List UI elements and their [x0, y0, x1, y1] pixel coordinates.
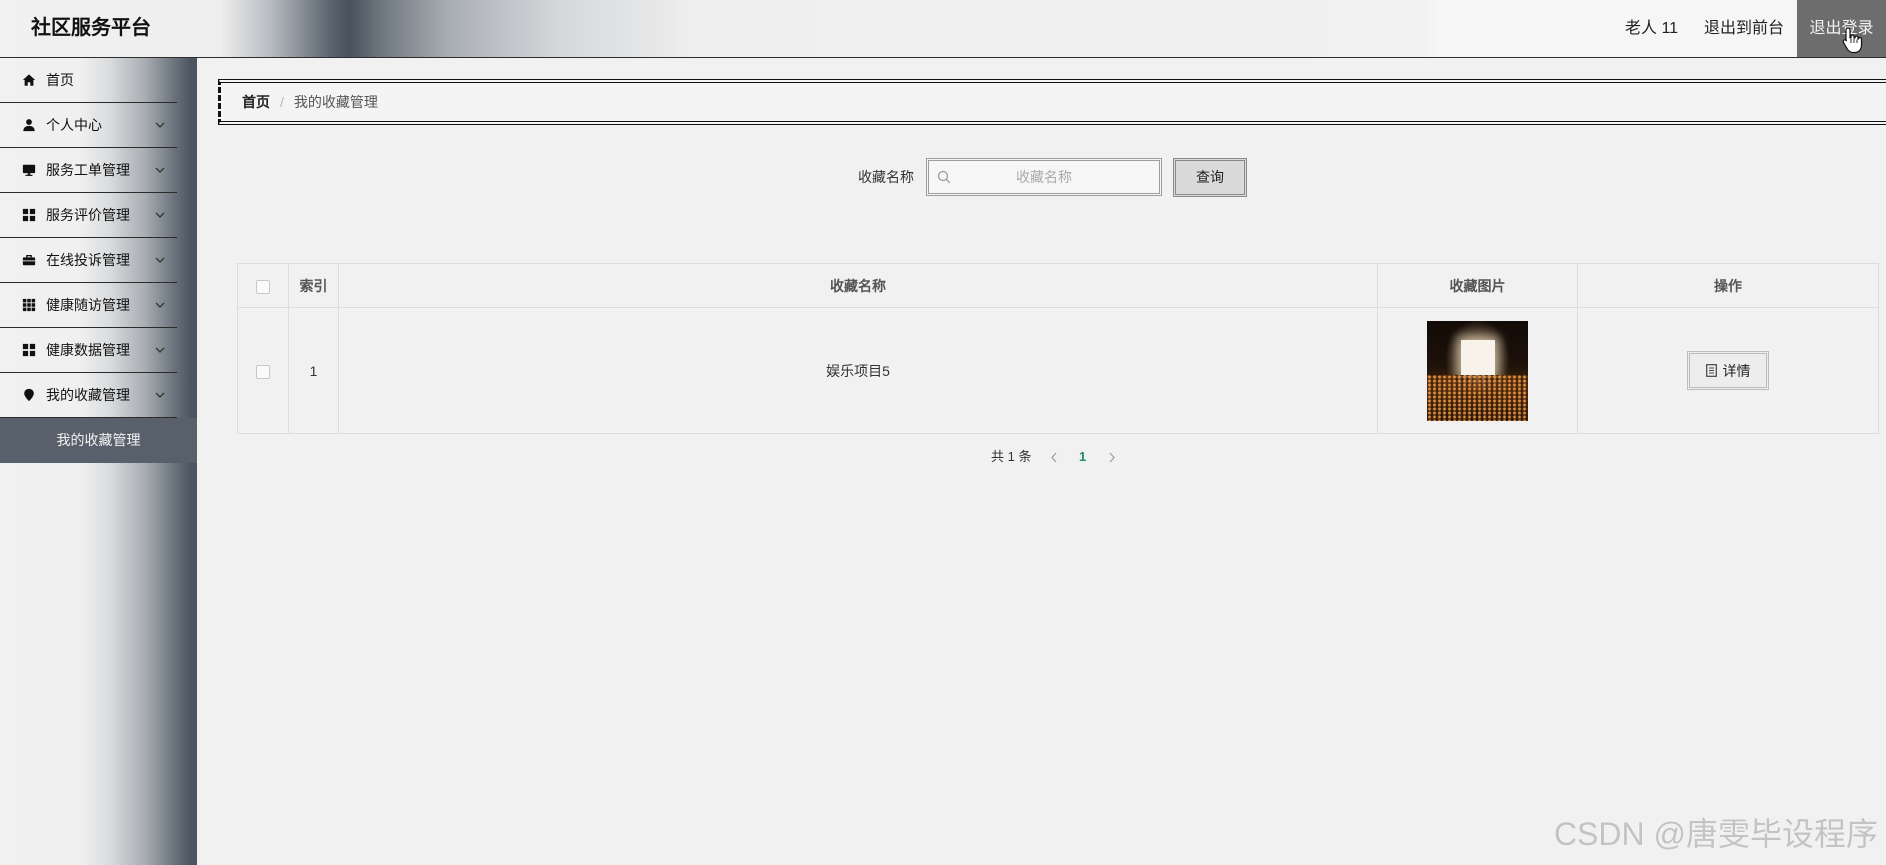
search-field [926, 158, 1162, 196]
grid-icon [22, 343, 36, 357]
apps-icon [22, 298, 36, 312]
sidebar-item-label: 我的收藏管理 [46, 387, 130, 403]
search-input[interactable] [929, 161, 1159, 193]
sidebar-item-label: 在线投诉管理 [46, 252, 130, 268]
sidebar-item-health-data[interactable]: 健康数据管理 [0, 328, 197, 373]
watermark-text: CSDN @唐雯毕设程序 [1553, 816, 1878, 852]
breadcrumb-current: 我的收藏管理 [293, 94, 378, 110]
row-checkbox[interactable] [256, 364, 270, 379]
app-title: 社区服务平台 [31, 17, 151, 39]
select-all-checkbox[interactable] [256, 279, 270, 294]
pin-icon [24, 388, 34, 402]
search-label: 收藏名称 [858, 169, 914, 185]
document-icon [1705, 364, 1717, 377]
row-index: 1 [288, 307, 339, 434]
sidebar-item-label: 健康数据管理 [46, 342, 130, 358]
pagination-total: 共 1 条 [991, 449, 1032, 464]
image-stage-screen [1461, 339, 1495, 376]
sidebar-item-health-followup[interactable]: 健康随访管理 [0, 283, 197, 328]
row-select-cell [237, 307, 289, 434]
chevron-down-icon [155, 212, 165, 218]
sidebar-item-my-favorites[interactable]: 我的收藏管理 [0, 373, 197, 418]
user-name: 老人 11 [1625, 20, 1679, 37]
user-icon [23, 119, 35, 132]
briefcase-icon [22, 254, 36, 266]
column-header-name: 收藏名称 [338, 263, 1378, 308]
monitor-icon [22, 164, 36, 176]
sidebar-item-label: 服务工单管理 [46, 162, 130, 178]
sidebar-item-label: 个人中心 [46, 117, 102, 133]
column-header-actions: 操作 [1577, 263, 1879, 308]
favorite-image[interactable] [1427, 320, 1528, 421]
query-button[interactable]: 查询 [1173, 158, 1247, 197]
breadcrumb: 首页 / 我的收藏管理 [218, 79, 1886, 125]
submenu-item-my-favorites[interactable]: 我的收藏管理 [0, 418, 197, 463]
pagination-current-page[interactable]: 1 [1079, 447, 1086, 467]
sidebar-item-personal-center[interactable]: 个人中心 [0, 103, 197, 148]
sidebar-item-home[interactable]: 首页 [0, 58, 197, 103]
chevron-left-icon[interactable] [1050, 452, 1058, 463]
exit-to-frontend-link[interactable]: 退出到前台 [1704, 0, 1784, 57]
breadcrumb-separator: / [280, 94, 284, 110]
select-all-cell [237, 263, 289, 308]
detail-button[interactable]: 详情 [1687, 351, 1769, 390]
grid-icon [22, 208, 36, 222]
column-header-index: 索引 [288, 263, 339, 308]
chevron-down-icon [155, 302, 165, 308]
table-row: 1 娱乐项目5 详情 [237, 307, 1879, 434]
favorites-table: 索引 收藏名称 收藏图片 操作 1 娱乐项目5 详情 [237, 263, 1879, 434]
detail-button-label: 详情 [1722, 362, 1751, 379]
chevron-right-icon[interactable] [1108, 452, 1116, 463]
top-header: 社区服务平台 老人 11 退出到前台 退出登录 [0, 0, 1886, 58]
column-header-image: 收藏图片 [1377, 263, 1578, 308]
table-header-row: 索引 收藏名称 收藏图片 操作 [237, 263, 1879, 308]
sidebar-item-label: 健康随访管理 [46, 297, 130, 313]
chevron-down-icon [155, 392, 165, 398]
sidebar-item-complaints[interactable]: 在线投诉管理 [0, 238, 197, 283]
hand-cursor-icon [1842, 27, 1863, 54]
home-icon [22, 74, 36, 86]
sidebar-item-label: 服务评价管理 [46, 207, 130, 223]
chevron-down-icon [155, 347, 165, 353]
sidebar-item-service-orders[interactable]: 服务工单管理 [0, 148, 197, 193]
sidebar-item-service-reviews[interactable]: 服务评价管理 [0, 193, 197, 238]
chevron-down-icon [155, 257, 165, 263]
image-crowd [1427, 374, 1528, 421]
chevron-down-icon [155, 122, 165, 128]
row-actions-cell: 详情 [1577, 307, 1879, 434]
chevron-down-icon [155, 167, 165, 173]
sidebar: 首页 个人中心 服务工单管理 服务评价管理 在线投诉管理 健康随访管理 健康数据… [0, 58, 197, 865]
row-image-cell [1377, 307, 1578, 434]
row-name: 娱乐项目5 [338, 307, 1378, 434]
sidebar-item-label: 首页 [46, 72, 74, 88]
breadcrumb-home[interactable]: 首页 [242, 94, 270, 110]
